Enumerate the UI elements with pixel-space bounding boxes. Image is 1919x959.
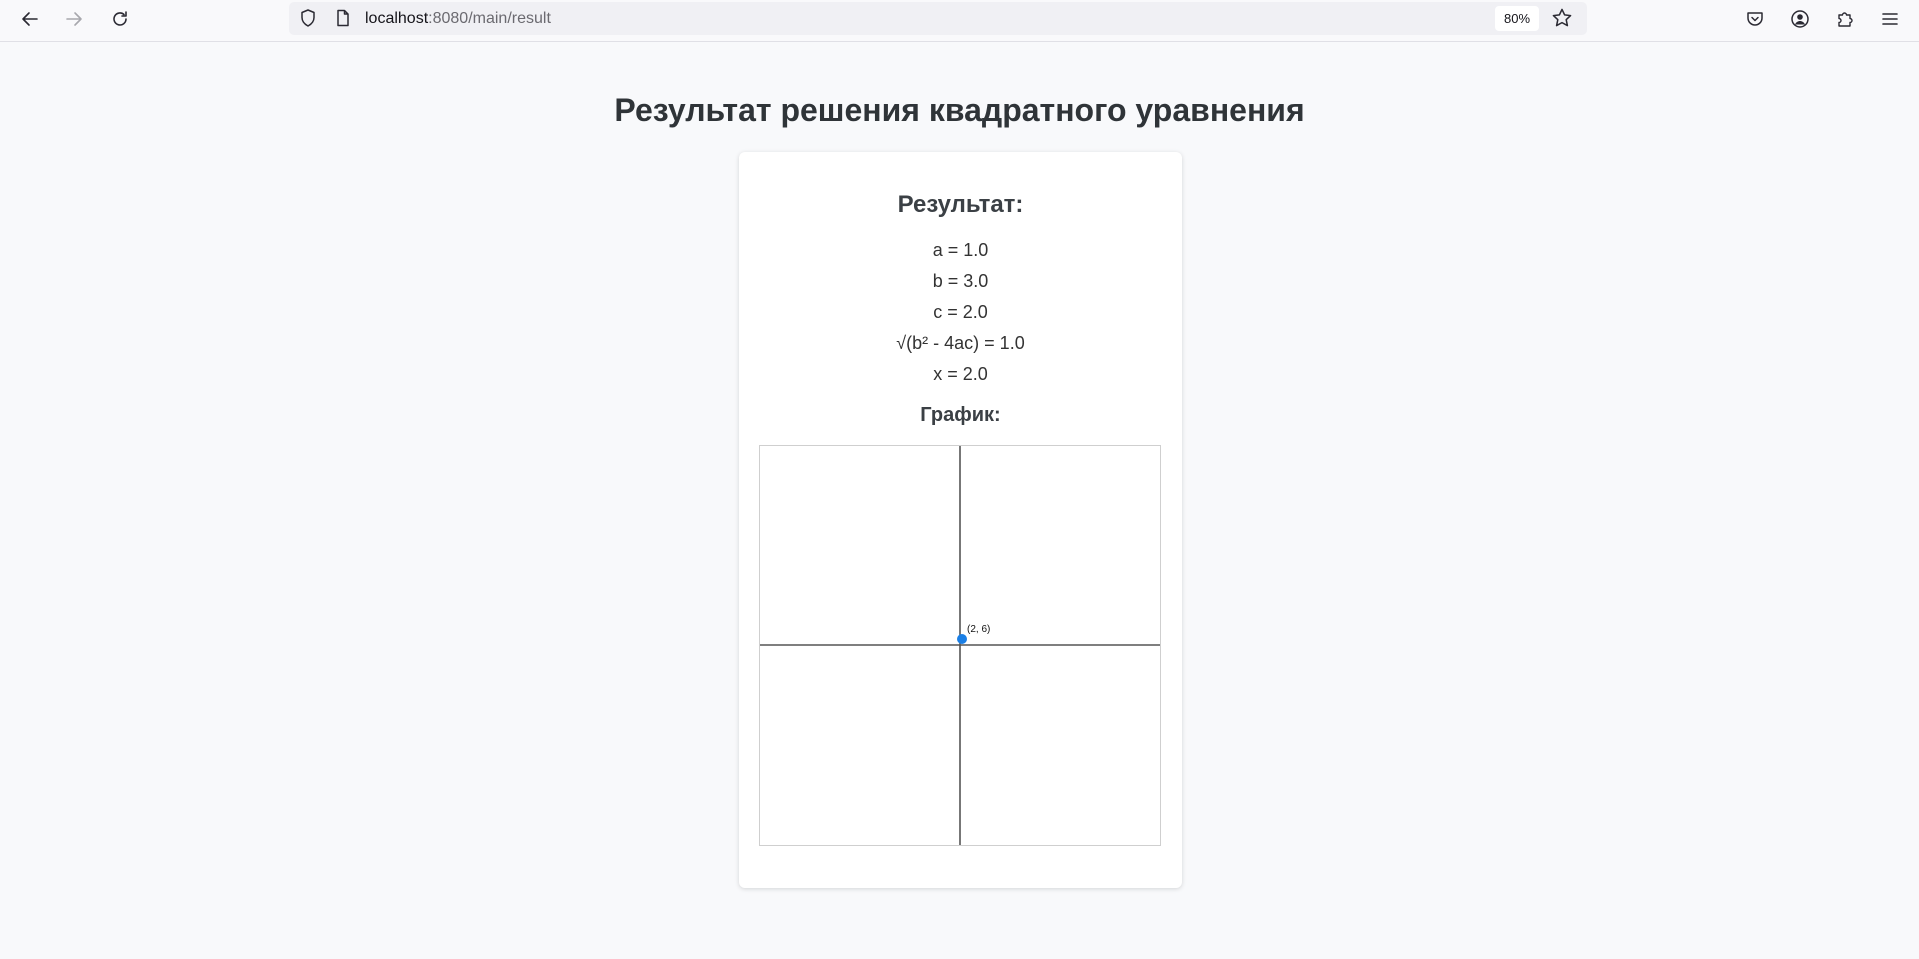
discriminant-value: √(b² - 4ac) = 1.0	[896, 333, 1025, 353]
reload-button[interactable]	[103, 3, 137, 35]
forward-button[interactable]	[57, 3, 91, 35]
hamburger-menu-icon	[1882, 13, 1898, 25]
points-layer: (2, 6)	[957, 624, 990, 644]
url-host: localhost	[365, 10, 429, 27]
root-value: x = 2.0	[933, 364, 988, 384]
coef-b: b = 3.0	[932, 271, 989, 291]
url-text[interactable]: localhost:8080/main/result	[365, 9, 551, 29]
arrow-right-icon	[66, 12, 82, 26]
coef-a: a = 1.0	[932, 240, 989, 260]
graph-heading: График:	[920, 404, 1001, 426]
back-button[interactable]	[13, 3, 47, 35]
browser-toolbar: localhost:8080/main/result 80%	[0, 0, 1919, 42]
data-point-label: (2, 6)	[967, 624, 990, 635]
result-card: Результат: a = 1.0 b = 3.0 c = 2.0 √(b² …	[739, 152, 1182, 888]
account-button[interactable]	[1783, 3, 1817, 35]
extensions-button[interactable]	[1828, 3, 1862, 35]
arrow-left-icon	[22, 12, 38, 26]
coef-c: c = 2.0	[933, 302, 988, 322]
bookmark-star-icon[interactable]	[1551, 7, 1573, 29]
menu-button[interactable]	[1873, 3, 1907, 35]
graph-svg: (2, 6)	[760, 446, 1160, 845]
shield-icon[interactable]	[297, 7, 319, 29]
account-icon	[1791, 10, 1809, 28]
pocket-button[interactable]	[1738, 3, 1772, 35]
zoom-level-badge[interactable]: 80%	[1495, 6, 1540, 31]
graph-canvas: (2, 6)	[759, 445, 1161, 846]
result-heading: Результат:	[897, 191, 1024, 218]
url-bar[interactable]: localhost:8080/main/result 80%	[289, 2, 1587, 35]
url-path: :8080/main/result	[428, 10, 551, 27]
page-icon[interactable]	[332, 7, 354, 29]
data-point	[957, 634, 967, 644]
pocket-icon	[1747, 12, 1763, 26]
page-title: Результат решения квадратного уравнения	[614, 92, 1305, 128]
reload-icon	[113, 11, 127, 26]
puzzle-icon	[1838, 12, 1853, 27]
